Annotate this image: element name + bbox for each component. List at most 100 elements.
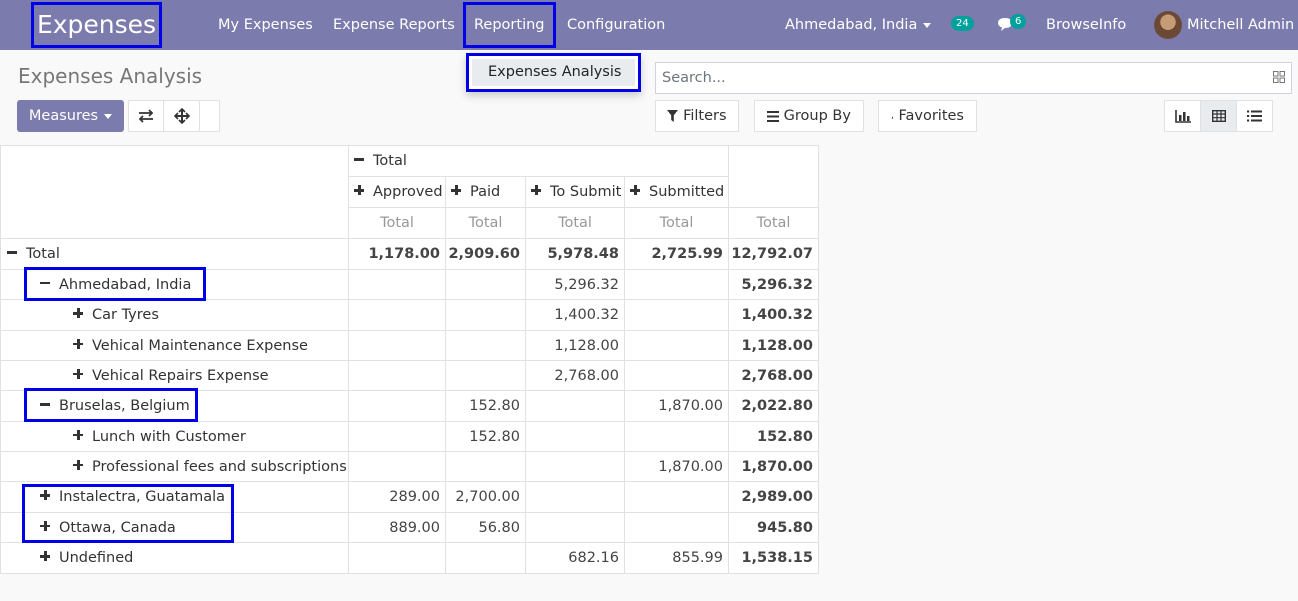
- table-cell[interactable]: 152.80: [728, 421, 819, 452]
- table-cell[interactable]: 2,768.00: [728, 360, 819, 391]
- search-input[interactable]: [656, 63, 1256, 93]
- download-button[interactable]: [199, 100, 220, 132]
- table-cell[interactable]: [525, 512, 625, 543]
- table-cell[interactable]: 5,978.48: [525, 238, 625, 270]
- favorites-button[interactable]: , Favorites: [878, 100, 977, 132]
- table-cell[interactable]: 152.80: [445, 390, 526, 422]
- table-cell[interactable]: 945.80: [728, 512, 819, 543]
- table-cell[interactable]: 1,178.00: [348, 238, 446, 270]
- measures-button[interactable]: Measures: [17, 100, 124, 132]
- table-cell[interactable]: 289.00: [348, 481, 446, 513]
- table-cell[interactable]: [445, 299, 526, 331]
- row-header[interactable]: Professional fees and subscriptions: [0, 451, 349, 482]
- table-cell[interactable]: [348, 390, 446, 422]
- table-cell[interactable]: [525, 421, 625, 452]
- menu-expense-reports[interactable]: Expense Reports: [333, 0, 455, 50]
- col-header-to-submit[interactable]: To Submit: [525, 176, 625, 208]
- bars-icon: [767, 110, 780, 122]
- table-cell[interactable]: 56.80: [445, 512, 526, 543]
- table-cell[interactable]: [624, 421, 729, 452]
- col-header-paid[interactable]: Paid: [445, 176, 526, 208]
- table-cell[interactable]: [348, 330, 446, 361]
- flip-axis-button[interactable]: [128, 100, 164, 132]
- col-header-approved[interactable]: Approved: [348, 176, 446, 208]
- expand-all-button[interactable]: [163, 100, 200, 132]
- messages-counter-badge[interactable]: 6: [1010, 14, 1027, 29]
- row-header[interactable]: Vehical Maintenance Expense: [0, 330, 349, 361]
- table-cell[interactable]: [445, 330, 526, 361]
- table-cell[interactable]: [624, 360, 729, 391]
- menu-reporting[interactable]: Reporting: [463, 2, 556, 48]
- measure-header[interactable]: Total: [525, 207, 625, 239]
- row-header[interactable]: Instalectra, Guatamala: [0, 481, 349, 513]
- table-cell[interactable]: 1,870.00: [728, 451, 819, 482]
- table-cell[interactable]: [348, 269, 446, 300]
- group-by-button[interactable]: Group By: [754, 100, 864, 132]
- activity-counter-badge[interactable]: 24: [951, 16, 974, 31]
- table-cell[interactable]: [445, 542, 526, 574]
- row-header[interactable]: Undefined: [0, 542, 349, 574]
- table-cell[interactable]: 2,700.00: [445, 481, 526, 513]
- col-header-total[interactable]: Total: [348, 145, 729, 177]
- measure-header[interactable]: Total: [728, 207, 819, 239]
- table-cell[interactable]: [348, 542, 446, 574]
- app-brand[interactable]: Expenses: [31, 2, 162, 48]
- table-cell[interactable]: 2,768.00: [525, 360, 625, 391]
- table-cell[interactable]: [525, 481, 625, 513]
- table-cell[interactable]: [445, 451, 526, 482]
- table-cell[interactable]: 855.99: [624, 542, 729, 574]
- table-cell[interactable]: 2,022.80: [728, 390, 819, 422]
- search-options-icon[interactable]: [1273, 71, 1285, 83]
- user-menu[interactable]: Mitchell Admin: [1154, 10, 1294, 40]
- row-header[interactable]: Ottawa, Canada: [0, 512, 349, 543]
- table-cell[interactable]: 152.80: [445, 421, 526, 452]
- table-cell[interactable]: 1,400.32: [728, 299, 819, 331]
- table-cell[interactable]: 889.00: [348, 512, 446, 543]
- measure-header[interactable]: Total: [445, 207, 526, 239]
- table-cell[interactable]: [624, 481, 729, 513]
- table-cell[interactable]: 2,725.99: [624, 238, 729, 270]
- filters-button[interactable]: Filters: [655, 100, 739, 132]
- table-cell[interactable]: [624, 269, 729, 300]
- table-cell[interactable]: 5,296.32: [728, 269, 819, 300]
- list-view-button[interactable]: [1236, 100, 1273, 132]
- table-cell[interactable]: [348, 451, 446, 482]
- graph-view-button[interactable]: [1164, 100, 1201, 132]
- table-cell[interactable]: [348, 421, 446, 452]
- table-cell[interactable]: 1,128.00: [525, 330, 625, 361]
- table-cell[interactable]: 1,128.00: [728, 330, 819, 361]
- col-header-submitted[interactable]: Submitted: [624, 176, 729, 208]
- row-header[interactable]: Lunch with Customer: [0, 421, 349, 452]
- table-cell[interactable]: 1,538.15: [728, 542, 819, 574]
- row-header[interactable]: Vehical Repairs Expense: [0, 360, 349, 391]
- row-header[interactable]: Total: [0, 238, 349, 270]
- table-cell[interactable]: [348, 360, 446, 391]
- table-cell[interactable]: 1,400.32: [525, 299, 625, 331]
- measure-header[interactable]: Total: [624, 207, 729, 239]
- table-cell[interactable]: [624, 299, 729, 331]
- menu-configuration[interactable]: Configuration: [567, 0, 665, 50]
- menu-item-expenses-analysis[interactable]: Expenses Analysis: [472, 59, 635, 86]
- measure-header[interactable]: Total: [348, 207, 446, 239]
- table-cell[interactable]: 1,870.00: [624, 390, 729, 422]
- table-cell[interactable]: [525, 451, 625, 482]
- table-cell[interactable]: 12,792.07: [728, 238, 819, 270]
- table-cell[interactable]: [624, 512, 729, 543]
- pivot-view-button[interactable]: [1200, 100, 1237, 132]
- table-cell[interactable]: 682.16: [525, 542, 625, 574]
- table-cell[interactable]: [445, 360, 526, 391]
- row-header[interactable]: Bruselas, Belgium: [0, 390, 349, 422]
- company-switcher[interactable]: Ahmedabad, India: [785, 0, 932, 50]
- table-cell[interactable]: 5,296.32: [525, 269, 625, 300]
- table-cell[interactable]: [348, 299, 446, 331]
- table-cell[interactable]: [525, 390, 625, 422]
- row-header[interactable]: Car Tyres: [0, 299, 349, 331]
- website-link[interactable]: BrowseInfo: [1046, 0, 1126, 50]
- table-cell[interactable]: 2,909.60: [445, 238, 526, 270]
- table-cell[interactable]: 2,989.00: [728, 481, 819, 513]
- row-header[interactable]: Ahmedabad, India: [0, 269, 349, 300]
- table-cell[interactable]: 1,870.00: [624, 451, 729, 482]
- table-cell[interactable]: [445, 269, 526, 300]
- table-cell[interactable]: [624, 330, 729, 361]
- menu-my-expenses[interactable]: My Expenses: [218, 0, 313, 50]
